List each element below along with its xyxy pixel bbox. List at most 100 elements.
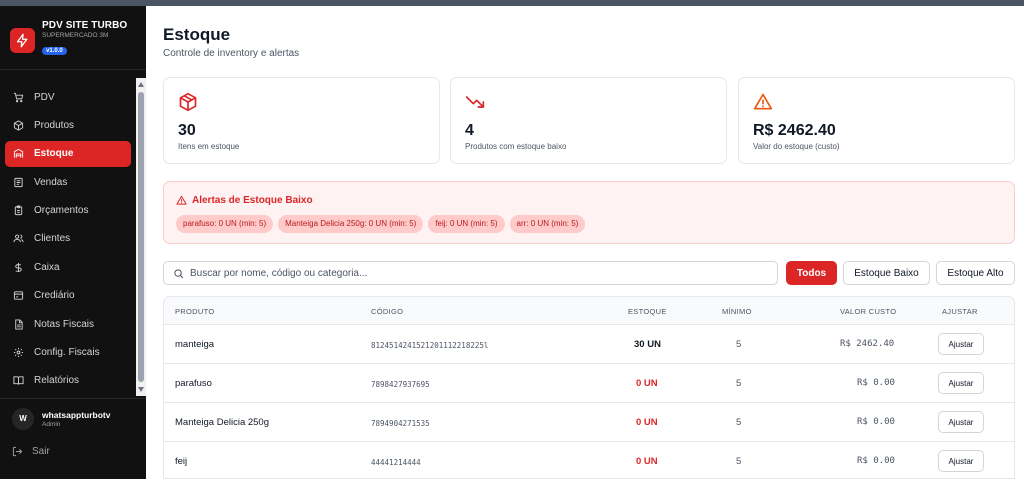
sidebar-item-label: Crediário bbox=[34, 290, 75, 302]
sidebar-item-caixa[interactable]: Caixa bbox=[5, 254, 131, 280]
table-row: manteiga 8124514241521201112218225l 30 U… bbox=[164, 325, 1014, 364]
box-icon bbox=[179, 92, 197, 112]
product-name: parafuso bbox=[175, 378, 212, 389]
logout-button[interactable]: Sair bbox=[12, 446, 50, 457]
product-name: Manteiga Delicia 250g bbox=[175, 417, 270, 428]
receipt-icon bbox=[14, 177, 23, 187]
brand: PDV SITE TURBO SUPERMERCADO 3M v1.0.0 bbox=[0, 6, 146, 70]
alert-chip: Manteiga Delicia 250g: 0 UN (min: 5) bbox=[278, 215, 424, 233]
alert-chip: feij: 0 UN (min: 5) bbox=[428, 215, 505, 233]
column-header-minimum: MÍNIMO bbox=[722, 307, 752, 316]
alert-title-text: Alertas de Estoque Baixo bbox=[192, 195, 313, 206]
column-header-code: CÓDIGO bbox=[371, 307, 404, 316]
scroll-up-arrow-icon[interactable] bbox=[138, 82, 144, 87]
stock-value: 0 UN bbox=[636, 417, 658, 428]
page-title: Estoque bbox=[163, 25, 231, 44]
column-header-cost: VALOR CUSTO bbox=[840, 307, 897, 316]
stat-card-stock-value: R$ 2462.40 Valor do estoque (custo) bbox=[738, 77, 1015, 164]
minimum-value: 5 bbox=[736, 417, 742, 428]
cost-value: R$ 2462.40 bbox=[840, 339, 895, 349]
dollar-icon bbox=[15, 262, 22, 272]
cost-value: R$ 0.00 bbox=[857, 378, 895, 388]
filter-low-stock-button[interactable]: Estoque Baixo bbox=[843, 261, 930, 285]
sidebar-item-estoque[interactable]: Estoque bbox=[5, 140, 131, 167]
cart-icon bbox=[13, 92, 24, 102]
product-code: 44441214444 bbox=[371, 458, 421, 467]
sidebar-item-notas-fiscais[interactable]: Notas Fiscais bbox=[5, 311, 131, 337]
stat-card-low-stock: 4 Produtos com estoque baixo bbox=[450, 77, 727, 164]
document-icon bbox=[15, 319, 23, 330]
stat-label: Itens em estoque bbox=[178, 142, 240, 151]
page-subtitle: Controle de inventory e alertas bbox=[163, 48, 300, 59]
low-stock-alert: Alertas de Estoque Baixo parafuso: 0 UN … bbox=[163, 181, 1015, 244]
product-code: 7894904271535 bbox=[371, 419, 430, 428]
main-content: Estoque Controle de inventory e alertas … bbox=[146, 6, 1024, 479]
sidebar-item-label: PDV bbox=[34, 91, 55, 103]
table-row: feij 44441214444 0 UN 5 R$ 0.00 Ajustar bbox=[164, 442, 1014, 478]
sidebar-item-label: Relatórios bbox=[34, 375, 80, 387]
column-header-adjust: AJUSTAR bbox=[942, 307, 978, 316]
stock-value: 0 UN bbox=[636, 378, 658, 389]
adjust-button[interactable]: Ajustar bbox=[938, 372, 984, 394]
stat-value: R$ 2462.40 bbox=[753, 122, 836, 139]
search-input[interactable] bbox=[190, 267, 750, 279]
user-role: Admin bbox=[42, 420, 61, 428]
trending-down-icon bbox=[465, 96, 485, 108]
minimum-value: 5 bbox=[736, 378, 742, 389]
stock-value: 0 UN bbox=[636, 456, 658, 467]
warehouse-icon bbox=[13, 149, 24, 158]
sidebar-item-label: Clientes bbox=[34, 233, 71, 245]
filter-all-button[interactable]: Todos bbox=[786, 261, 837, 285]
users-icon bbox=[13, 235, 24, 243]
cost-value: R$ 0.00 bbox=[857, 417, 895, 427]
sidebar-item-config-fiscais[interactable]: Config. Fiscais bbox=[5, 340, 131, 366]
filter-high-stock-button[interactable]: Estoque Alto bbox=[936, 261, 1015, 285]
sidebar-item-label: Config. Fiscais bbox=[34, 347, 100, 359]
scroll-thumb[interactable] bbox=[138, 92, 144, 382]
lightning-logo-icon bbox=[10, 28, 35, 53]
sidebar-item-orcamentos[interactable]: Orçamentos bbox=[5, 198, 131, 224]
credit-card-icon bbox=[13, 291, 24, 300]
stat-label: Valor do estoque (custo) bbox=[753, 142, 840, 151]
alert-title: Alertas de Estoque Baixo bbox=[176, 195, 313, 206]
sidebar-item-crediario[interactable]: Crediário bbox=[5, 283, 131, 309]
search-box[interactable] bbox=[163, 261, 778, 285]
package-icon bbox=[13, 120, 24, 131]
minimum-value: 5 bbox=[736, 339, 742, 350]
column-header-stock: ESTOQUE bbox=[628, 307, 667, 316]
stat-value: 4 bbox=[465, 122, 474, 139]
warning-triangle-icon bbox=[176, 195, 187, 205]
adjust-button[interactable]: Ajustar bbox=[938, 333, 984, 355]
minimum-value: 5 bbox=[736, 456, 742, 467]
stock-value: 30 UN bbox=[634, 339, 661, 350]
product-name: feij bbox=[175, 456, 188, 467]
table-header: PRODUTO CÓDIGO ESTOQUE MÍNIMO VALOR CUST… bbox=[164, 297, 1014, 325]
alert-chip: arr: 0 UN (min: 5) bbox=[509, 215, 586, 233]
product-code: 7898427937695 bbox=[371, 380, 430, 389]
sidebar-item-label: Orçamentos bbox=[34, 205, 89, 217]
sidebar-item-clientes[interactable]: Clientes bbox=[5, 226, 131, 252]
adjust-button[interactable]: Ajustar bbox=[938, 411, 984, 433]
avatar: W bbox=[12, 407, 34, 430]
sidebar-item-label: Caixa bbox=[34, 261, 60, 273]
user-profile[interactable]: W whatsappturbotv Admin bbox=[0, 398, 146, 438]
sidebar-item-relatorios[interactable]: Relatórios bbox=[5, 368, 131, 394]
sidebar-item-label: Vendas bbox=[34, 176, 68, 188]
adjust-button[interactable]: Ajustar bbox=[938, 450, 984, 472]
sidebar-item-produtos[interactable]: Produtos bbox=[5, 112, 131, 138]
sidebar-item-label: Produtos bbox=[34, 119, 75, 131]
sidebar-item-label: Estoque bbox=[34, 148, 74, 160]
stock-table: PRODUTO CÓDIGO ESTOQUE MÍNIMO VALOR CUST… bbox=[163, 296, 1015, 479]
alert-chip: parafuso: 0 UN (min: 5) bbox=[176, 215, 274, 233]
sidebar-item-vendas[interactable]: Vendas bbox=[5, 169, 131, 195]
scroll-down-arrow-icon[interactable] bbox=[138, 387, 144, 392]
sidebar-item-label: Notas Fiscais bbox=[34, 318, 95, 330]
product-name: manteiga bbox=[175, 339, 215, 350]
version-badge: v1.0.0 bbox=[42, 47, 67, 55]
user-name: whatsappturbotv bbox=[42, 409, 111, 420]
table-row: Manteiga Delicia 250g 7894904271535 0 UN… bbox=[164, 403, 1014, 442]
sidebar-scrollbar[interactable] bbox=[136, 78, 146, 396]
stat-card-items: 30 Itens em estoque bbox=[163, 77, 440, 164]
sidebar-item-pdv[interactable]: PDV bbox=[5, 84, 131, 110]
book-icon bbox=[13, 376, 24, 386]
